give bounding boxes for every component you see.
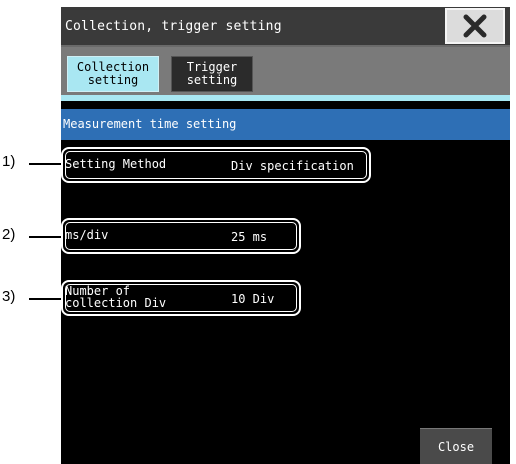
callout-line-1	[29, 163, 61, 165]
callout-line-3	[29, 298, 61, 300]
window-title: Collection, trigger setting	[65, 19, 282, 34]
close-x-icon	[463, 14, 487, 38]
ms-per-div-label: ms/div	[65, 228, 109, 242]
close-window-button[interactable]	[445, 8, 505, 44]
collection-div-label: Number of collection Div	[65, 284, 167, 310]
settings-screen: Collection, trigger setting Collection s…	[61, 7, 510, 464]
collection-div-field[interactable]: Number of collection Div 10 Div	[61, 280, 301, 316]
close-button[interactable]: Close	[420, 428, 492, 464]
setting-method-label: Setting Method	[65, 157, 167, 171]
tab-collection-setting[interactable]: Collection setting	[67, 56, 159, 92]
setting-method-value: Div specification	[231, 159, 354, 173]
tab-trigger-setting[interactable]: Trigger setting	[171, 56, 253, 92]
tab-underline	[61, 95, 510, 101]
callout-2: 2)	[2, 226, 16, 243]
tab-bar: Collection setting Trigger setting	[61, 47, 510, 99]
title-bar: Collection, trigger setting	[61, 7, 510, 47]
callout-line-2	[29, 236, 61, 238]
setting-method-field[interactable]: Setting Method Div specification	[61, 147, 371, 183]
section-header: Measurement time setting	[61, 109, 510, 140]
callout-3: 3)	[2, 288, 16, 305]
ms-per-div-field[interactable]: ms/div 25 ms	[61, 218, 301, 254]
collection-div-value: 10 Div	[231, 292, 275, 306]
callout-1: 1)	[2, 153, 16, 170]
ms-per-div-value: 25 ms	[231, 230, 268, 244]
